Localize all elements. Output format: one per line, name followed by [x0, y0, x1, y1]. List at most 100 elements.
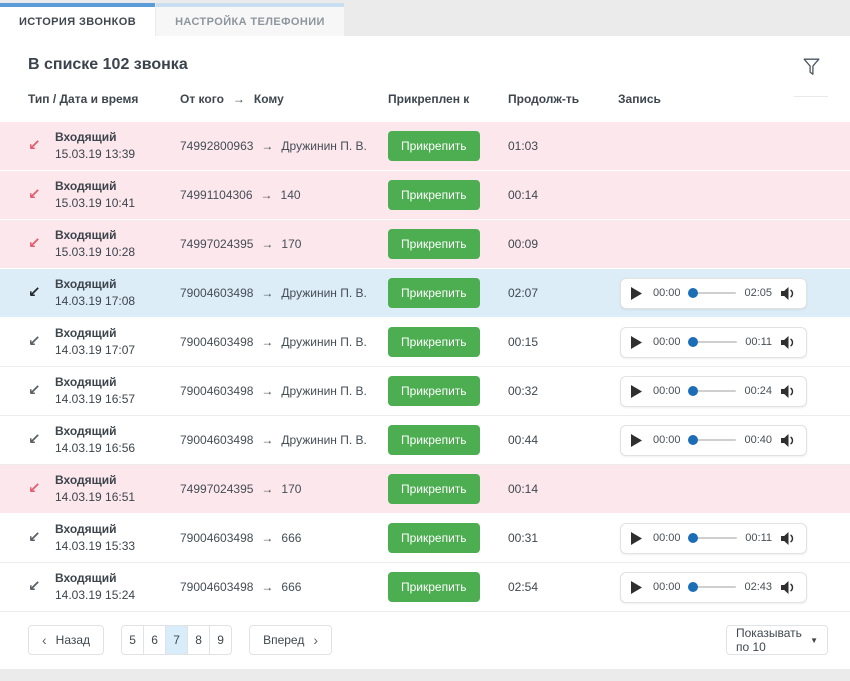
attach-button[interactable]: Прикрепить: [388, 425, 480, 455]
volume-icon[interactable]: [781, 581, 796, 594]
call-to: Дружинин П. В.: [281, 139, 366, 153]
chevron-right-icon: ›: [313, 633, 318, 647]
player-current-time: 00:00: [653, 581, 681, 593]
call-from-number: 74991104306: [180, 188, 253, 202]
player-seek-slider[interactable]: [690, 537, 738, 539]
page-button-9[interactable]: 9: [209, 625, 232, 655]
page-button-7[interactable]: 7: [165, 625, 188, 655]
page-size-select[interactable]: Показывать по 10 ▼: [726, 625, 828, 655]
player-current-time: 00:00: [653, 287, 681, 299]
call-from-number: 79004603498: [180, 580, 253, 594]
player-seek-knob[interactable]: [688, 288, 698, 298]
attach-button[interactable]: Прикрепить: [388, 131, 480, 161]
player-seek-knob[interactable]: [688, 337, 698, 347]
call-to: Дружинин П. В.: [281, 384, 366, 398]
play-button[interactable]: [631, 385, 642, 398]
volume-icon[interactable]: [781, 434, 796, 447]
attach-button[interactable]: Прикрепить: [388, 180, 480, 210]
attach-button[interactable]: Прикрепить: [388, 572, 480, 602]
call-datetime: 14.03.19 17:08: [55, 294, 180, 310]
volume-icon[interactable]: [781, 532, 796, 545]
attach-button[interactable]: Прикрепить: [388, 376, 480, 406]
chevron-down-icon: ▼: [810, 636, 818, 645]
column-duration: Продолж-ть: [508, 92, 618, 106]
call-row[interactable]: ↙ Входящий 14.03.19 17:08 79004603498→Др…: [0, 269, 850, 318]
call-row[interactable]: ↙ Входящий 14.03.19 17:07 79004603498→Др…: [0, 318, 850, 367]
player-seek-knob[interactable]: [688, 435, 698, 445]
volume-icon[interactable]: [781, 385, 796, 398]
page-button-6[interactable]: 6: [143, 625, 166, 655]
attach-button[interactable]: Прикрепить: [388, 229, 480, 259]
call-type: Входящий: [55, 571, 180, 587]
audio-player: 00:00 00:11: [620, 327, 807, 358]
call-datetime: 14.03.19 16:57: [55, 392, 180, 408]
play-button[interactable]: [631, 581, 642, 594]
call-to: Дружинин П. В.: [281, 335, 366, 349]
call-to: Дружинин П. В.: [281, 286, 366, 300]
call-type: Входящий: [55, 228, 180, 244]
call-type: Входящий: [55, 473, 180, 489]
column-attached: Прикреплен к: [388, 92, 508, 106]
filter-funnel-icon[interactable]: [801, 56, 822, 83]
player-total-time: 00:24: [744, 385, 772, 397]
arrow-right-icon: →: [261, 188, 273, 202]
call-to: 666: [281, 580, 301, 594]
attach-button[interactable]: Прикрепить: [388, 278, 480, 308]
player-seek-slider[interactable]: [690, 586, 737, 588]
player-total-time: 00:40: [744, 434, 772, 446]
call-row[interactable]: ↙ Входящий 14.03.19 16:51 74997024395→17…: [0, 465, 850, 514]
incoming-call-arrow-icon: ↙: [28, 186, 41, 203]
call-row[interactable]: ↙ Входящий 15.03.19 10:28 74997024395→17…: [0, 220, 850, 269]
play-button[interactable]: [631, 434, 642, 447]
page-size-label: Показывать по 10: [736, 626, 810, 654]
player-seek-knob[interactable]: [688, 533, 698, 543]
play-button[interactable]: [631, 532, 642, 545]
arrow-right-icon: →: [261, 433, 273, 447]
player-seek-slider[interactable]: [690, 341, 738, 343]
volume-icon[interactable]: [781, 287, 796, 300]
arrow-right-icon: →: [233, 92, 245, 106]
next-page-button[interactable]: Вперед ›: [249, 625, 332, 655]
call-datetime: 14.03.19 15:24: [55, 588, 180, 604]
call-row[interactable]: ↙ Входящий 14.03.19 16:57 79004603498→Др…: [0, 367, 850, 416]
call-from-number: 74997024395: [180, 482, 253, 496]
player-seek-slider[interactable]: [690, 439, 737, 441]
player-current-time: 00:00: [653, 434, 681, 446]
page-button-8[interactable]: 8: [187, 625, 210, 655]
call-row[interactable]: ↙ Входящий 14.03.19 15:24 79004603498→66…: [0, 563, 850, 612]
play-button[interactable]: [631, 336, 642, 349]
prev-page-button[interactable]: ‹ Назад: [28, 625, 104, 655]
call-to: 666: [281, 531, 301, 545]
arrow-right-icon: →: [261, 580, 273, 594]
call-row[interactable]: ↙ Входящий 14.03.19 16:56 79004603498→Др…: [0, 416, 850, 465]
player-seek-slider[interactable]: [690, 390, 737, 392]
call-datetime: 15.03.19 13:39: [55, 147, 180, 163]
player-seek-knob[interactable]: [688, 386, 698, 396]
call-duration: 00:15: [508, 335, 618, 349]
call-from-number: 79004603498: [180, 433, 253, 447]
player-total-time: 02:43: [744, 581, 772, 593]
call-row[interactable]: ↙ Входящий 15.03.19 10:41 74991104306→14…: [0, 171, 850, 220]
call-row[interactable]: ↙ Входящий 14.03.19 15:33 79004603498→66…: [0, 514, 850, 563]
attach-button[interactable]: Прикрепить: [388, 327, 480, 357]
call-type: Входящий: [55, 277, 180, 293]
volume-icon[interactable]: [781, 336, 796, 349]
tab-telephony-settings[interactable]: НАСТРОЙКА ТЕЛЕФОНИИ: [156, 3, 344, 36]
tab-call-history[interactable]: ИСТОРИЯ ЗВОНКОВ: [0, 3, 155, 36]
call-duration: 02:07: [508, 286, 618, 300]
arrow-right-icon: →: [261, 139, 273, 153]
player-total-time: 02:05: [744, 287, 772, 299]
call-from-number: 74992800963: [180, 139, 253, 153]
call-row[interactable]: ↙ Входящий 15.03.19 13:39 74992800963→Др…: [0, 122, 850, 171]
page-button-5[interactable]: 5: [121, 625, 144, 655]
call-type: Входящий: [55, 130, 180, 146]
audio-player: 00:00 00:11: [620, 523, 807, 554]
play-button[interactable]: [631, 287, 642, 300]
attach-button[interactable]: Прикрепить: [388, 523, 480, 553]
player-seek-slider[interactable]: [690, 292, 737, 294]
player-total-time: 00:11: [745, 532, 772, 544]
call-type: Входящий: [55, 424, 180, 440]
attach-button[interactable]: Прикрепить: [388, 474, 480, 504]
call-from-number: 74997024395: [180, 237, 253, 251]
player-seek-knob[interactable]: [688, 582, 698, 592]
